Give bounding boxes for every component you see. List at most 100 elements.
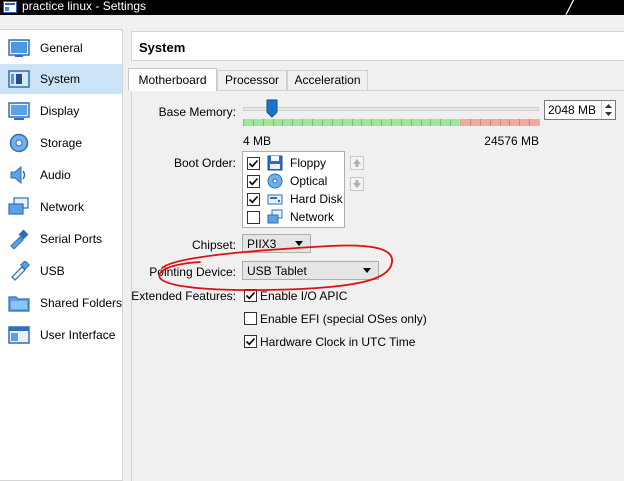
sidebar-item-label: User Interface: [40, 328, 116, 342]
boot-order-list[interactable]: Floppy Optical Hard Disk Network: [242, 151, 345, 228]
sidebar-item-network[interactable]: Network: [0, 192, 122, 222]
serial-ports-icon: [10, 229, 29, 249]
pointing-device-dropdown[interactable]: USB Tablet: [242, 261, 379, 280]
enable-efi-label: Enable EFI (special OSes only): [260, 312, 427, 326]
scale-tick: [421, 119, 422, 126]
system-icon: [8, 70, 30, 88]
page-title: System: [139, 40, 186, 55]
boot-item-label: Network: [290, 210, 335, 224]
sidebar-item-label: System: [40, 72, 81, 86]
boot-item-optical[interactable]: Optical: [247, 172, 345, 190]
window-title: practice linux - Settings: [22, 0, 147, 13]
hardware-clock-utc-checkbox[interactable]: [244, 335, 257, 348]
shared-folders-icon: [8, 296, 30, 312]
base-memory-spinbox[interactable]: 2048 MB: [544, 100, 616, 120]
base-memory-ticks: [243, 119, 540, 126]
sidebar-item-storage[interactable]: Storage: [0, 128, 122, 158]
tab-label: Processor: [224, 73, 280, 87]
spin-arrows[interactable]: [601, 101, 615, 119]
scale-tick: [519, 119, 520, 126]
boot-move-up-button[interactable]: [350, 156, 364, 170]
check-icon: [245, 291, 256, 300]
boot-hard-disk-checkbox[interactable]: [247, 193, 260, 206]
pointing-device-label: Pointing Device:: [149, 265, 236, 279]
sidebar-item-usb[interactable]: USB: [0, 256, 122, 286]
scale-tick: [450, 119, 451, 126]
chipset-dropdown[interactable]: PIIX3: [242, 234, 311, 253]
sidebar-item-display[interactable]: Display: [0, 96, 122, 126]
boot-item-network[interactable]: Network: [247, 208, 345, 226]
check-icon: [248, 195, 259, 204]
audio-icon: [10, 165, 26, 185]
page-header: System: [131, 31, 624, 61]
base-memory-slider-track[interactable]: [243, 107, 539, 111]
scale-tick: [292, 119, 293, 126]
boot-network-checkbox[interactable]: [247, 211, 260, 224]
chipset-value: PIIX3: [247, 237, 277, 251]
check-icon: [245, 337, 256, 346]
hardware-clock-utc-label: Hardware Clock in UTC Time: [260, 335, 416, 349]
scale-tick: [500, 119, 501, 126]
pointing-device-value: USB Tablet: [247, 264, 307, 278]
title-bar: practice linux - Settings ╱: [0, 0, 624, 15]
scale-tick: [490, 119, 491, 126]
sidebar-item-label: Display: [40, 104, 80, 118]
boot-optical-checkbox[interactable]: [247, 175, 260, 188]
enable-io-apic-label: Enable I/O APIC: [260, 289, 348, 303]
base-memory-slider-handle[interactable]: [266, 99, 278, 118]
scale-tick: [401, 119, 402, 126]
scale-tick: [253, 119, 254, 126]
boot-item-label: Floppy: [290, 156, 327, 170]
scale-tick: [371, 119, 372, 126]
hard-disk-icon: [267, 194, 283, 205]
scale-tick: [312, 119, 313, 126]
enable-io-apic-checkbox[interactable]: [244, 289, 257, 302]
sidebar-item-label: General: [40, 41, 83, 55]
scale-tick: [391, 119, 392, 126]
scale-tick: [411, 119, 412, 126]
boot-item-label: Optical: [290, 174, 328, 188]
scale-tick: [509, 119, 510, 126]
motherboard-panel: [131, 90, 624, 481]
boot-item-floppy[interactable]: Floppy: [247, 154, 345, 172]
sidebar-item-audio[interactable]: Audio: [0, 160, 122, 190]
sidebar-item-shared-folders[interactable]: Shared Folders: [0, 288, 122, 318]
scale-tick: [460, 119, 461, 126]
base-memory-max-label: 24576 MB: [484, 134, 539, 148]
boot-floppy-checkbox[interactable]: [247, 157, 260, 170]
extended-features-label: Extended Features:: [131, 289, 236, 303]
scale-tick: [381, 119, 382, 126]
scale-tick: [430, 119, 431, 126]
settings-sidebar: General System Display Storage Audio Net…: [0, 29, 123, 481]
sidebar-item-label: Audio: [40, 168, 71, 182]
tab-label: Motherboard: [138, 73, 207, 87]
boot-item-hard-disk[interactable]: Hard Disk: [247, 190, 345, 208]
floppy-icon: [267, 155, 283, 171]
boot-item-label: Hard Disk: [290, 192, 343, 206]
boot-order-label: Boot Order:: [173, 156, 236, 170]
check-icon: [248, 177, 259, 186]
boot-move-down-button[interactable]: [350, 177, 364, 191]
sidebar-item-general[interactable]: General: [0, 33, 122, 63]
base-memory-label: Base Memory:: [158, 105, 236, 119]
scale-tick: [470, 119, 471, 126]
scale-tick: [273, 119, 274, 126]
scale-tick: [529, 119, 530, 126]
tab-acceleration[interactable]: Acceleration: [287, 70, 368, 90]
sidebar-item-serial-ports[interactable]: Serial Ports: [0, 224, 122, 254]
scale-tick: [263, 119, 264, 126]
sidebar-item-system[interactable]: System: [0, 64, 122, 94]
storage-icon: [9, 133, 29, 153]
tab-processor[interactable]: Processor: [217, 70, 287, 90]
sidebar-item-user-interface[interactable]: User Interface: [0, 320, 122, 350]
scale-tick: [440, 119, 441, 126]
chevron-down-icon: [295, 241, 303, 246]
chevron-down-icon: [363, 268, 371, 273]
close-icon[interactable]: ╱: [566, 0, 575, 15]
enable-efi-checkbox[interactable]: [244, 312, 257, 325]
display-icon: [8, 102, 30, 120]
tab-motherboard[interactable]: Motherboard: [128, 68, 217, 91]
scale-tick: [332, 119, 333, 126]
base-memory-value: 2048 MB: [548, 103, 597, 117]
scale-tick: [302, 119, 303, 126]
